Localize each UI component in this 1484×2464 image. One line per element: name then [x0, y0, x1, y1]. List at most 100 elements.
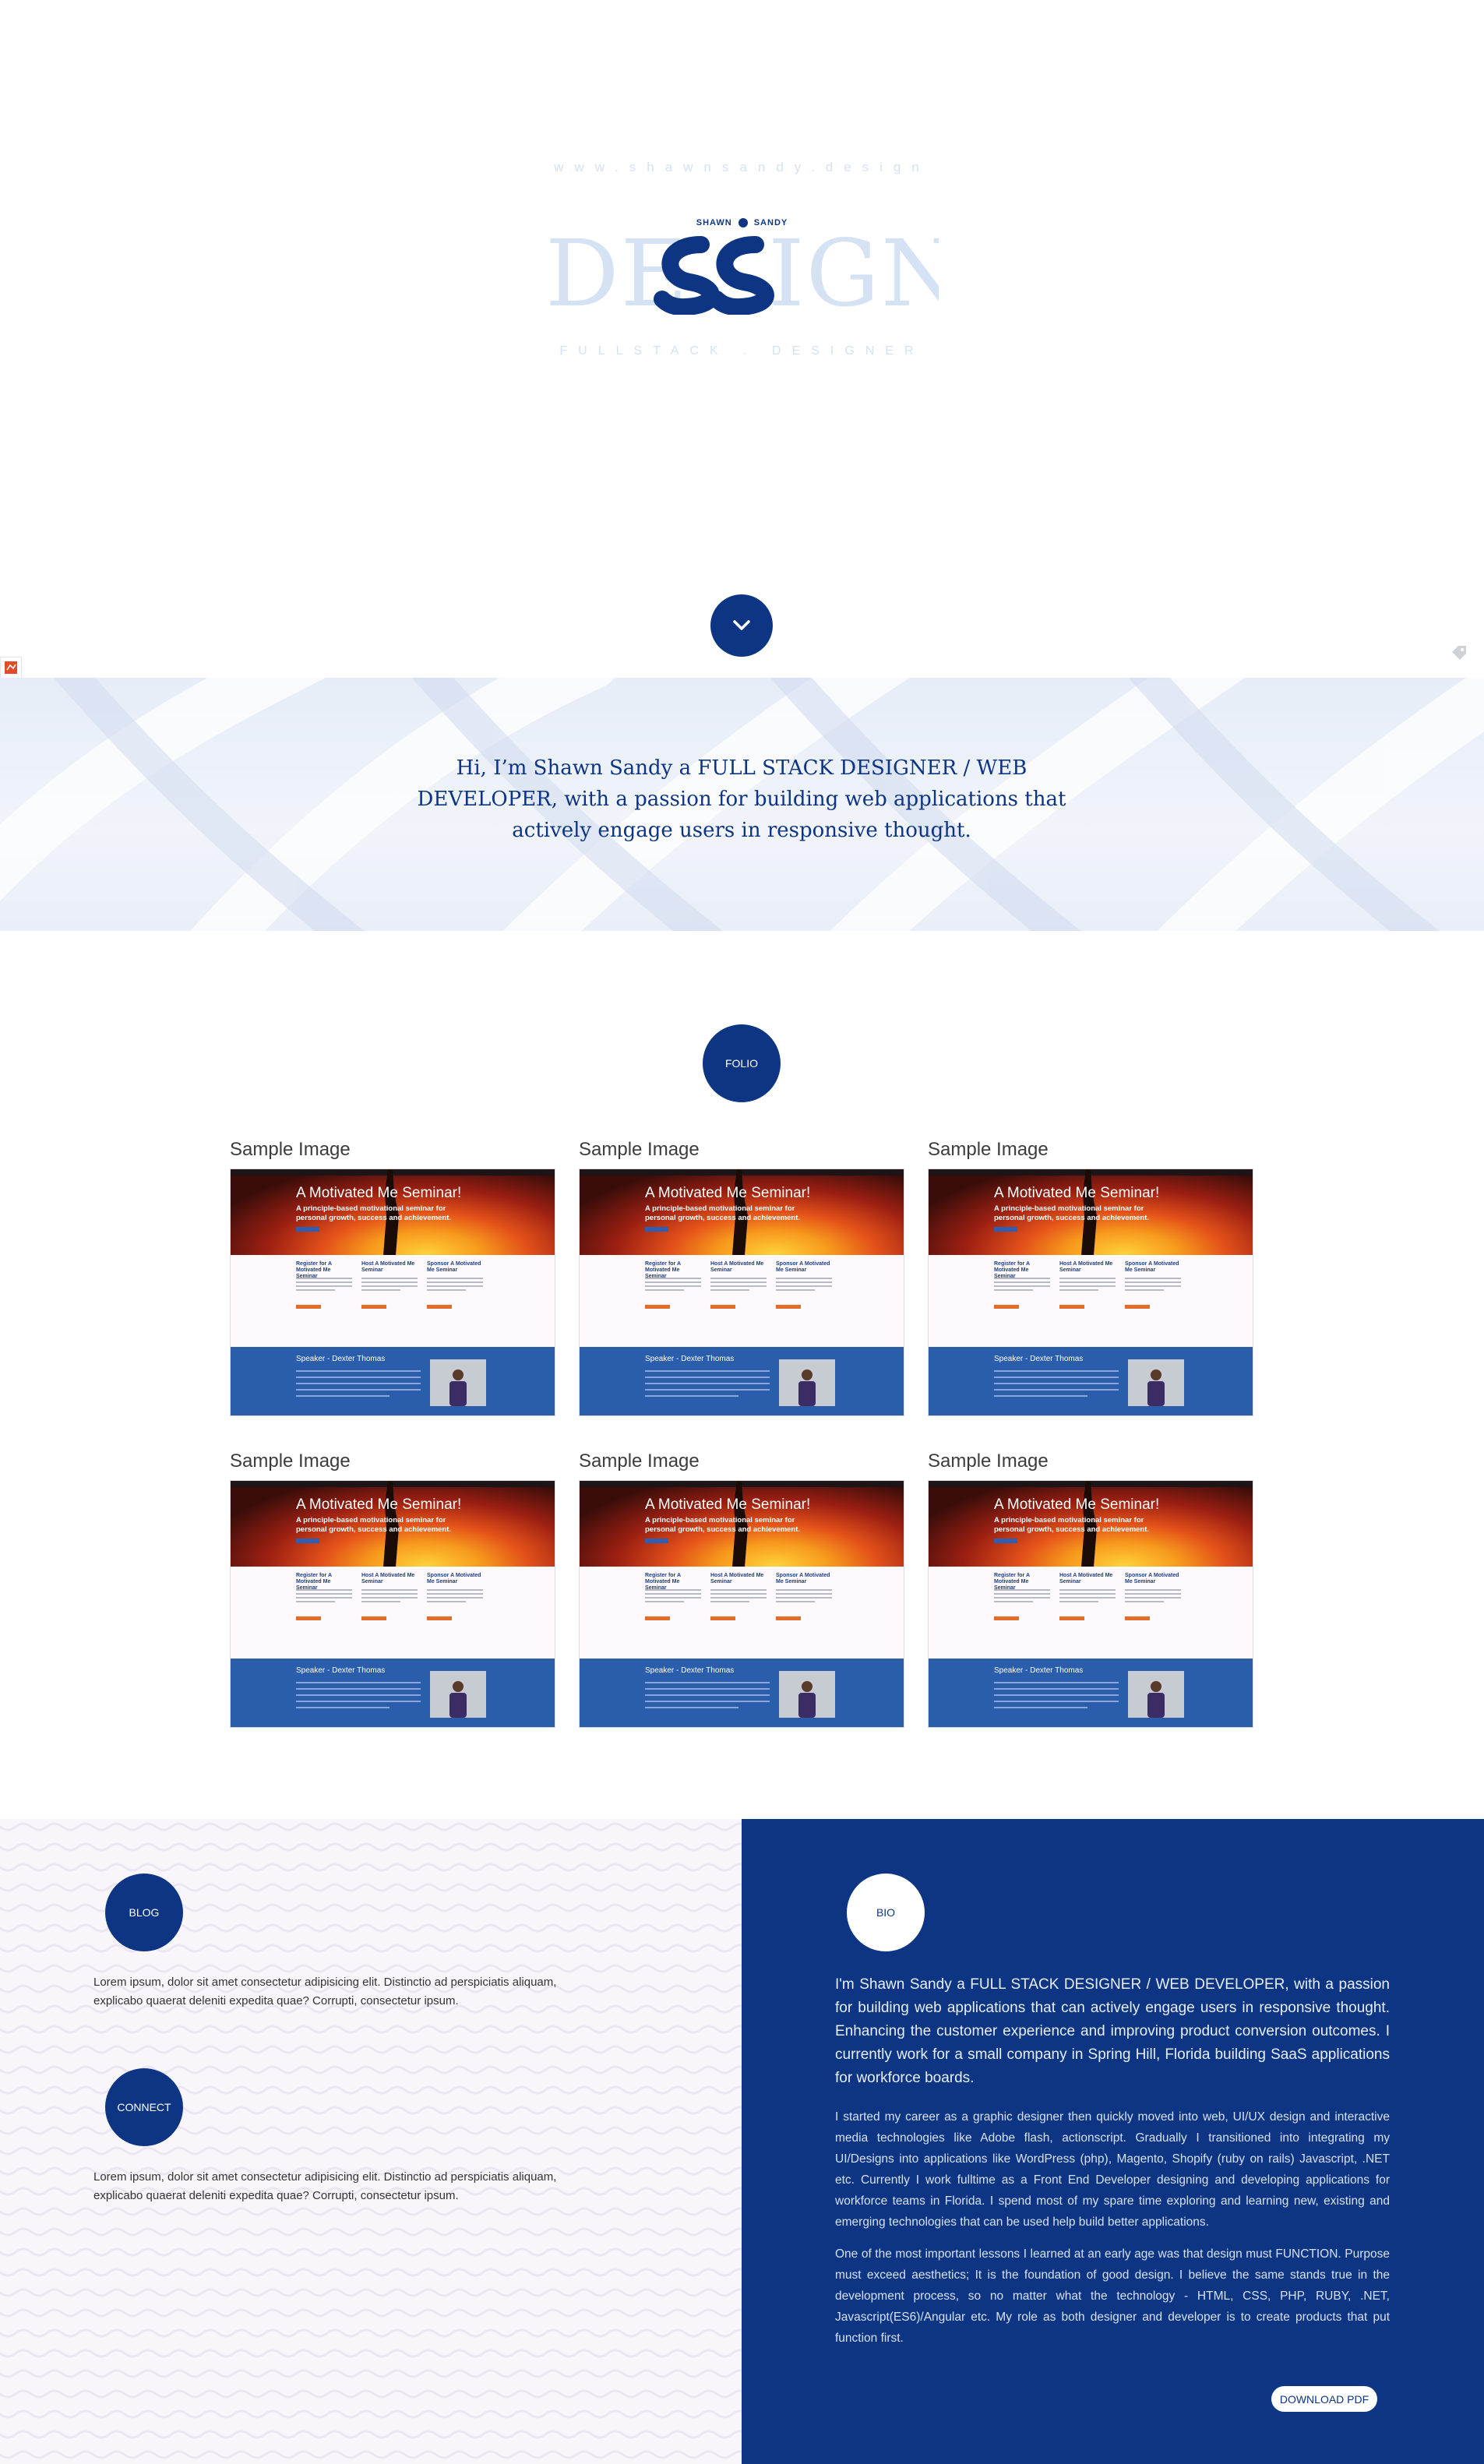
folio-thumbnail[interactable]: A Motivated Me Seminar! A principle-based…: [230, 1480, 555, 1728]
folio-thumbnail[interactable]: A Motivated Me Seminar! A principle-based…: [928, 1480, 1253, 1728]
thumb-text-line: [994, 1601, 1034, 1602]
thumb-column-button: [427, 1305, 452, 1309]
thumb-column-title: Register for A Motivated Me Seminar: [645, 1573, 681, 1591]
thumb-text-line: [361, 1281, 418, 1283]
thumb-text-line: [1125, 1601, 1165, 1602]
wave-line: [0, 1964, 742, 1973]
thumb-text-line: [296, 1377, 421, 1378]
thumb-hero-button: [645, 1539, 668, 1543]
folio-item-title: Sample Image: [230, 1451, 351, 1472]
blog-badge[interactable]: BLOG: [105, 1874, 183, 1951]
folio-item[interactable]: Sample Image A Motivated Me Seminar! A pri…: [230, 1137, 555, 1416]
thumb-text-line: [361, 1278, 418, 1279]
thumb-text-line: [1125, 1289, 1165, 1291]
folio-thumbnail[interactable]: A Motivated Me Seminar! A principle-based…: [928, 1169, 1253, 1416]
wave-line: [0, 2430, 742, 2439]
thumb-text-line: [710, 1589, 767, 1591]
download-pdf-button[interactable]: DOWNLOAD PDF: [1271, 2386, 1377, 2412]
wave-line: [0, 2045, 742, 2054]
folio-thumbnail[interactable]: A Motivated Me Seminar! A principle-based…: [579, 1480, 904, 1728]
thumb-headline: A Motivated Me Seminar!: [645, 1185, 811, 1201]
thumb-column-title: Host A Motivated Me Seminar: [1059, 1261, 1113, 1273]
person-graphic: [798, 1681, 816, 1718]
thumb-text-line: [296, 1682, 421, 1683]
thumb-text-line: [427, 1589, 483, 1591]
wave-line: [0, 2349, 742, 2358]
folio-item-title: Sample Image: [928, 1139, 1049, 1160]
thumb-headline: A Motivated Me Seminar!: [994, 1496, 1160, 1513]
thumb-text-line: [710, 1601, 750, 1602]
hero-section: www.shawnsandy.design SHAWN SANDY DE IGN …: [0, 0, 1484, 679]
thumb-text-line: [710, 1278, 767, 1279]
thumb-text-line: [710, 1289, 750, 1291]
folio-item[interactable]: Sample Image A Motivated Me Seminar! A pri…: [579, 1137, 904, 1416]
thumb-text-line: [994, 1694, 1119, 1696]
thumb-column: Sponsor A Motivated Me Seminar: [776, 1261, 832, 1309]
logo-wordmark: DE IGN: [545, 221, 939, 315]
thumb-column-button: [296, 1616, 321, 1620]
thumb-column-button: [994, 1305, 1019, 1309]
wave-line: [0, 2227, 742, 2237]
connect-badge[interactable]: CONNECT: [105, 2068, 183, 2146]
folio-thumbnail[interactable]: A Motivated Me Seminar! A principle-based…: [579, 1169, 904, 1416]
person-graphic: [1147, 1369, 1165, 1406]
thumb-hero-button: [296, 1227, 319, 1232]
recaptcha-badge[interactable]: [0, 657, 22, 679]
thumb-text-line: [645, 1593, 701, 1595]
thumb-hero-button: [994, 1539, 1017, 1543]
thumb-text-line: [994, 1701, 1119, 1702]
wave-line: [0, 2146, 742, 2156]
folio-item[interactable]: Sample Image A Motivated Me Seminar! A pri…: [928, 1449, 1253, 1728]
scroll-down-button[interactable]: [710, 594, 773, 657]
thumb-column-button: [296, 1305, 321, 1309]
wave-line: [0, 2288, 742, 2297]
thumb-column: Register for A Motivated Me Seminar: [645, 1261, 701, 1309]
thumb-speaker-photo: [779, 1671, 835, 1718]
folio-item[interactable]: Sample Image A Motivated Me Seminar! A pri…: [579, 1449, 904, 1728]
thumb-text-line: [1125, 1281, 1181, 1283]
thumb-text-line: [296, 1395, 390, 1397]
thumb-speaker-section: Speaker - Dexter Thomas: [929, 1659, 1253, 1727]
thumb-text-line: [645, 1701, 770, 1702]
thumb-text-line: [427, 1278, 483, 1279]
thumb-text-line: [1059, 1589, 1116, 1591]
thumb-column: Host A Motivated Me Seminar: [710, 1261, 767, 1309]
thumb-text-line: [296, 1285, 352, 1287]
thumb-headline: A Motivated Me Seminar!: [296, 1496, 462, 1513]
thumb-text-line: [1059, 1278, 1116, 1279]
folio-item[interactable]: Sample Image A Motivated Me Seminar! A pri…: [230, 1449, 555, 1728]
folio-thumbnail[interactable]: A Motivated Me Seminar! A principle-based…: [230, 1169, 555, 1416]
thumb-column-button: [1125, 1305, 1150, 1309]
thumb-text-line: [1059, 1281, 1116, 1283]
thumb-column-title: Host A Motivated Me Seminar: [710, 1261, 764, 1273]
folio-item-title: Sample Image: [230, 1139, 351, 1160]
thumb-column: Host A Motivated Me Seminar: [1059, 1261, 1116, 1309]
thumb-speaker-photo: [430, 1671, 486, 1718]
thumb-text-line: [645, 1377, 770, 1378]
thumb-speaker-photo: [1128, 1359, 1184, 1406]
folio-item-title: Sample Image: [928, 1451, 1049, 1472]
thumb-text-line: [1059, 1285, 1116, 1287]
thumb-text-line: [296, 1383, 421, 1384]
thumb-text-line: [645, 1370, 770, 1372]
wave-line: [0, 2369, 742, 2378]
tag-badge[interactable]: [1447, 640, 1471, 664]
thumb-speaker-section: Speaker - Dexter Thomas: [580, 1347, 904, 1415]
wave-line: [0, 1944, 742, 1953]
thumb-columns: Register for A Motivated Me Seminar Host …: [580, 1567, 904, 1659]
folio-badge[interactable]: FOLIO: [703, 1024, 781, 1102]
thumb-text-line: [427, 1285, 483, 1287]
thumb-text-line: [296, 1370, 421, 1372]
wave-line: [0, 2268, 742, 2277]
blog-text: Lorem ipsum, dolor sit amet consectetur …: [93, 1976, 557, 2008]
thumb-text-line: [1059, 1289, 1099, 1291]
wave-line: [0, 2328, 742, 2338]
folio-item[interactable]: Sample Image A Motivated Me Seminar! A pri…: [928, 1137, 1253, 1416]
thumb-text-line: [361, 1289, 401, 1291]
thumb-text-line: [645, 1707, 738, 1708]
thumb-column: Host A Motivated Me Seminar: [1059, 1573, 1116, 1620]
thumb-text-line: [994, 1383, 1119, 1384]
bio-badge[interactable]: BIO: [847, 1874, 925, 1951]
thumb-text-line: [776, 1589, 832, 1591]
thumb-text-line: [296, 1601, 336, 1602]
